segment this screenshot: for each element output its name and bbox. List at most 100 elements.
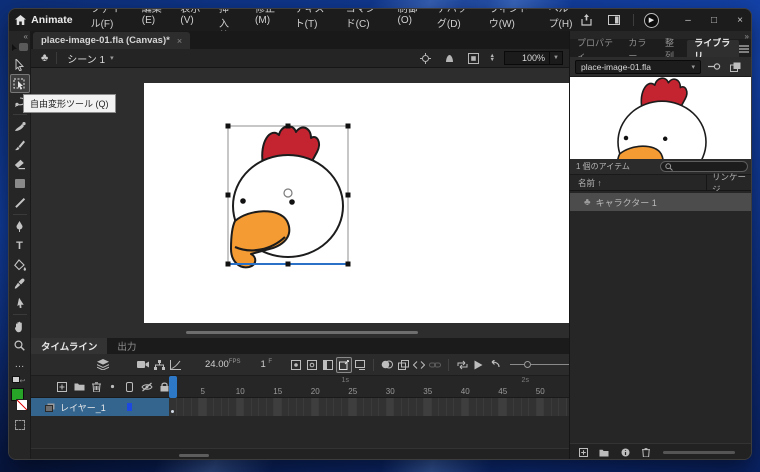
eraser-tool[interactable] xyxy=(10,155,30,174)
maximize-button[interactable]: □ xyxy=(701,10,727,31)
frame-cell[interactable] xyxy=(281,398,289,416)
tab-align[interactable]: 整列 xyxy=(658,38,687,61)
frame-cell[interactable] xyxy=(379,398,387,416)
frame-cell[interactable] xyxy=(559,398,567,416)
asset-warp-tool[interactable] xyxy=(10,293,30,312)
share-icon[interactable] xyxy=(577,12,595,28)
tab-color[interactable]: カラー xyxy=(621,38,658,61)
column-name[interactable]: 名前 ↑ xyxy=(578,177,602,189)
frame-cell[interactable] xyxy=(514,398,522,416)
center-stage-icon[interactable] xyxy=(418,51,433,65)
lock-layers-icon[interactable] xyxy=(160,379,169,395)
document-tab[interactable]: place-image-01.fla (Canvas)* × xyxy=(33,32,191,49)
onion-skin-icon[interactable] xyxy=(379,357,395,373)
scene-chevron-icon[interactable]: ▾ xyxy=(110,54,114,62)
layer-frames[interactable] xyxy=(169,398,569,416)
frame-cell[interactable] xyxy=(499,398,507,416)
chicken-artwork-selected[interactable] xyxy=(223,121,353,271)
frame-cell[interactable] xyxy=(326,398,334,416)
canvas-horizontal-scrollbar[interactable] xyxy=(186,331,418,334)
frame-cell[interactable] xyxy=(304,398,312,416)
frame-cell[interactable] xyxy=(251,398,259,416)
camera-icon[interactable] xyxy=(135,357,151,373)
frame-cell[interactable] xyxy=(229,398,237,416)
new-folder-icon[interactable] xyxy=(74,379,85,395)
show-all-dot-icon[interactable] xyxy=(108,379,117,395)
delete-layer-icon[interactable] xyxy=(92,379,102,395)
frame-cell[interactable] xyxy=(184,398,192,416)
line-tool[interactable] xyxy=(10,193,30,212)
frame-cell[interactable] xyxy=(476,398,484,416)
frame-cell[interactable] xyxy=(334,398,342,416)
frame-cell[interactable] xyxy=(461,398,469,416)
text-tool[interactable]: T xyxy=(10,236,30,255)
more-tools[interactable]: … xyxy=(10,355,30,374)
frame-cell[interactable] xyxy=(191,398,199,416)
hand-tool[interactable] xyxy=(10,317,30,336)
paint-bucket-tool[interactable] xyxy=(10,255,30,274)
insert-frame-icon[interactable] xyxy=(320,357,336,373)
graph-editor-icon[interactable] xyxy=(167,357,183,373)
fill-color-swatch[interactable] xyxy=(10,388,30,414)
library-document-select[interactable]: place-image-01.fla ▾ xyxy=(575,59,701,74)
timeline-empty-area[interactable] xyxy=(31,416,569,448)
frame-cell[interactable] xyxy=(506,398,514,416)
frame-cell[interactable] xyxy=(371,398,379,416)
frame-cell[interactable] xyxy=(469,398,477,416)
fluid-brush-tool[interactable] xyxy=(10,117,30,136)
library-scrollbar[interactable] xyxy=(663,451,735,454)
eyedropper-tool[interactable] xyxy=(10,274,30,293)
fps-display[interactable]: 24.00FPS xyxy=(205,359,240,370)
play-icon[interactable] xyxy=(470,357,486,373)
pin-library-icon[interactable] xyxy=(706,60,722,74)
frame-cell[interactable] xyxy=(424,398,432,416)
frame-cell[interactable] xyxy=(266,398,274,416)
playhead[interactable] xyxy=(169,376,177,398)
loop-icon[interactable] xyxy=(454,357,470,373)
outline-view-icon[interactable] xyxy=(125,379,134,395)
frame-cell[interactable] xyxy=(536,398,544,416)
workspace-icon[interactable] xyxy=(605,12,623,28)
tab-timeline[interactable]: タイムライン xyxy=(31,338,108,354)
close-button[interactable]: × xyxy=(727,10,751,31)
new-folder-icon[interactable] xyxy=(596,446,612,460)
frame-cell[interactable] xyxy=(544,398,552,416)
frame-cell[interactable] xyxy=(356,398,364,416)
frame-cell[interactable] xyxy=(296,398,304,416)
frame-cell[interactable] xyxy=(386,398,394,416)
frame-cell[interactable] xyxy=(236,398,244,416)
frame-cell[interactable] xyxy=(274,398,282,416)
panel-menu-icon[interactable] xyxy=(739,45,749,53)
frame-cell[interactable] xyxy=(454,398,462,416)
edit-symbols-icon[interactable] xyxy=(442,51,457,65)
edit-in-place-icon[interactable] xyxy=(466,51,481,65)
frame-ruler[interactable]: 1s 2s 5 10 15 20 25 30 35 40 45 50 xyxy=(169,376,569,398)
column-divider[interactable] xyxy=(706,175,707,191)
stage[interactable] xyxy=(144,83,569,323)
frame-cell[interactable] xyxy=(521,398,529,416)
zoom-tool[interactable] xyxy=(10,336,30,355)
frame-cell[interactable] xyxy=(319,398,327,416)
edit-multiple-frames-icon[interactable] xyxy=(395,357,411,373)
frame-cell[interactable] xyxy=(491,398,499,416)
zoom-dropdown-icon[interactable]: ▼ xyxy=(550,51,563,65)
frame-cell[interactable] xyxy=(551,398,559,416)
frame-cell[interactable] xyxy=(199,398,207,416)
frame-cell[interactable] xyxy=(394,398,402,416)
scene-name[interactable]: シーン 1 xyxy=(67,51,105,66)
rectangle-tool[interactable] xyxy=(10,174,30,193)
options-icon[interactable] xyxy=(10,415,30,434)
frame-cell[interactable] xyxy=(409,398,417,416)
frame-cell[interactable] xyxy=(484,398,492,416)
layer-label[interactable]: レイヤー_1 xyxy=(31,398,169,416)
new-library-panel-icon[interactable] xyxy=(727,60,743,74)
frame-cell[interactable] xyxy=(244,398,252,416)
frame-cell[interactable] xyxy=(169,398,177,416)
frame-cell[interactable] xyxy=(446,398,454,416)
frame-cell[interactable] xyxy=(214,398,222,416)
frame-cell[interactable] xyxy=(341,398,349,416)
frame-cell[interactable] xyxy=(176,398,184,416)
frame-cell[interactable] xyxy=(221,398,229,416)
hide-layers-icon[interactable] xyxy=(141,379,153,395)
remove-frame-icon[interactable] xyxy=(352,357,368,373)
